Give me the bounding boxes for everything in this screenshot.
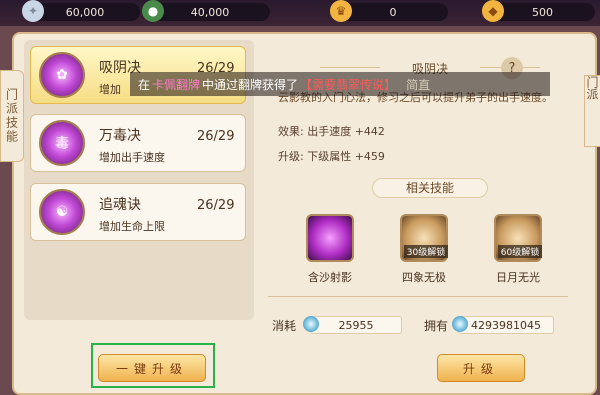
cost-value: 25955 [338,318,374,332]
upgrade-attr-value: +459 [354,150,385,163]
resource-gold: ◆ 500 [482,0,595,22]
skill-level: 26/29 [197,198,235,213]
resource-jade: ● 40,000 [142,0,270,22]
resource-gold-value: 500 [532,5,553,19]
jade-icon: ● [142,0,164,22]
marquee-prefix: 在 [138,77,151,92]
silver-icon: ✦ [22,0,44,22]
related-skill-3[interactable]: 60级解锁 [494,214,542,262]
skill-icon: ☯ [39,189,85,235]
marquee-player: 卡佩翻牌 [152,77,201,92]
skill-item[interactable]: ☯ 追魂诀 26/29 增加生命上限 [30,183,246,241]
related-skill-3-name: 日月无光 [496,271,540,284]
gem-icon [452,316,468,332]
skill-icon: 毒 [39,120,85,166]
resource-trophy: ♛ 0 [330,0,448,22]
skill-desc: 增加出手速度 [99,151,165,164]
related-skill-2-name: 四象无极 [402,271,446,284]
upgrade-attr-label: 升级: 下级属性 [278,150,352,163]
skill-name: 万毒决 [99,128,141,144]
skill-icon: ✿ [39,52,85,98]
trophy-icon: ♛ [330,0,352,22]
skill-desc: 增加 [99,83,121,96]
tab-sect-skills-label: 门派技能 [4,88,19,144]
lock-label: 60级解锁 [498,245,542,258]
tab-sect-right[interactable]: 门派 [584,75,600,147]
resource-silver-value: 60,000 [65,5,105,19]
upgrade-row: 升级: 下级属性 +459 [278,148,385,164]
own-value: 4293981045 [471,318,541,332]
cost-label: 消耗 [272,319,297,333]
own-value-box: 4293981045 [458,316,554,334]
upgrade-button-label: 升级 [462,361,499,376]
own-label: 拥有 [424,319,449,333]
skill-name: 追魂诀 [99,197,141,213]
gem-icon [303,316,319,332]
resource-silver: ✦ 60,000 [22,0,140,22]
skill-level: 26/29 [197,129,235,144]
cost-divider [268,296,568,297]
resource-trophy-value: 0 [389,5,397,19]
marquee-middle: 中通过翻牌获得了 [202,77,299,92]
related-skill-1-name: 含沙射影 [308,271,352,284]
highlight-box [91,343,215,388]
lock-label: 30级解锁 [404,245,448,258]
effect-row: 效果: 出手速度 +442 [278,123,385,139]
broadcast-marquee: 在 卡佩翻牌 中通过翻牌获得了 【需要翡翠传说】 简直 [130,72,550,96]
skill-item[interactable]: 毒 万毒决 26/29 增加出手速度 [30,114,246,172]
effect-value: +442 [354,125,385,138]
tab-sect-right-label: 门派 [585,76,599,100]
skill-desc: 增加生命上限 [99,220,165,233]
resource-jade-value: 40,000 [190,5,230,19]
related-skill-1[interactable] [306,214,354,262]
gold-ingot-icon: ◆ [482,0,504,22]
related-skill-2[interactable]: 30级解锁 [400,214,448,262]
effect-label: 效果: 出手速度 [278,125,352,138]
cost-value-box: 25955 [310,316,402,334]
upgrade-button[interactable]: 升级 [437,354,525,382]
related-skills-title: 相关技能 [372,178,488,198]
marquee-suffix: 简直 [406,77,431,92]
marquee-item: 【需要翡翠传说】 [300,77,397,92]
tab-sect-skills[interactable]: 门派技能 [0,70,24,162]
